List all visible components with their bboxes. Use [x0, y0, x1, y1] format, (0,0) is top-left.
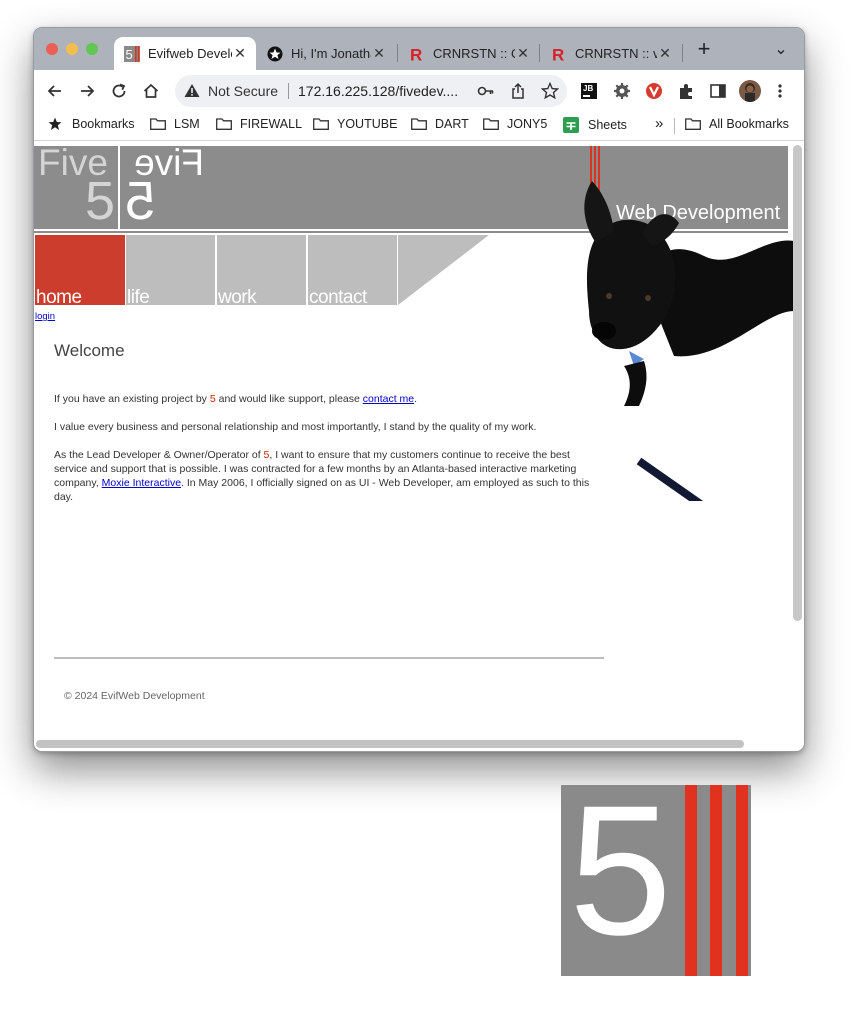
tab-title: CRNRSTN :: Open Source	[433, 46, 515, 61]
close-tab-icon[interactable]: ✕	[515, 45, 531, 62]
page-title: Welcome	[54, 341, 125, 360]
moxie-interactive-link[interactable]: Moxie Interactive	[102, 477, 181, 489]
nav-diagonal-decoration	[398, 235, 489, 305]
side-panel-icon[interactable]	[709, 82, 727, 105]
five-logo-mark: 5	[561, 771, 751, 976]
bookmark-star-icon[interactable]	[540, 81, 560, 105]
tab-crnrstn-1[interactable]: R CRNRSTN :: Open Source ✕	[399, 37, 539, 70]
tab-evifweb[interactable]: 5 Evifweb Development ✕	[114, 37, 256, 70]
site-logo-digit-mirrored: 5	[125, 171, 156, 231]
folder-icon	[313, 118, 329, 130]
tab-title: Evifweb Development	[148, 46, 232, 61]
paragraph-values: I value every business and personal rela…	[54, 421, 537, 433]
arrow-left-icon	[47, 85, 61, 97]
folder-icon	[685, 118, 701, 130]
new-tab-button[interactable]: +	[693, 38, 715, 61]
folder-icon	[150, 118, 166, 130]
page-viewport: Five 5 Five 5 Web Development home life …	[34, 141, 804, 751]
paragraph-about: As the Lead Developer & Owner/Operator o…	[54, 449, 590, 503]
security-label[interactable]: Not Secure	[208, 83, 278, 99]
bookmark-folder-youtube[interactable]: YOUTUBE	[313, 117, 397, 131]
nav-home[interactable]: home	[35, 235, 125, 308]
minimize-window-button[interactable]	[66, 43, 78, 55]
tab-jonathan[interactable]: Hi, I'm Jonathan ✕	[257, 37, 395, 70]
crnrstn-favicon-icon: R	[409, 46, 425, 62]
site-logo-digit: 5	[85, 171, 116, 231]
sheets-icon	[563, 117, 579, 133]
crnrstn-favicon-icon: R	[551, 46, 567, 62]
home-icon	[143, 83, 159, 98]
bookmark-all-bookmarks[interactable]: All Bookmarks	[685, 117, 789, 131]
folder-icon	[411, 118, 427, 130]
nav-life[interactable]: life	[126, 235, 215, 308]
close-window-button[interactable]	[46, 43, 58, 55]
close-tab-icon[interactable]: ✕	[657, 45, 673, 62]
key-icon[interactable]	[477, 83, 495, 104]
bookmark-sheets[interactable]: Sheets	[563, 117, 627, 133]
browser-window: 5 Evifweb Development ✕ Hi, I'm Jonathan…	[33, 27, 805, 752]
address-bar[interactable]: Not Secure 172.16.225.128/fivedev....	[175, 75, 567, 107]
svg-text:R: R	[552, 46, 564, 62]
vertical-scrollbar[interactable]	[793, 145, 802, 621]
paragraph-support: If you have an existing project by 5 and…	[54, 393, 418, 405]
folder-icon	[216, 118, 232, 130]
reload-icon	[112, 83, 126, 98]
bookmark-folder-dart[interactable]: DART	[411, 117, 469, 131]
forward-button[interactable]	[75, 79, 99, 103]
avatar[interactable]	[739, 80, 761, 102]
warning-icon[interactable]	[184, 83, 200, 103]
bookmark-folder-firewall[interactable]: FIREWALL	[216, 117, 302, 131]
url-text[interactable]: 172.16.225.128/fivedev....	[298, 83, 458, 99]
home-button[interactable]	[139, 79, 163, 103]
horizontal-scrollbar[interactable]	[36, 740, 744, 748]
browser-toolbar: Not Secure 172.16.225.128/fivedev.... JB	[34, 70, 804, 112]
five-logo-digit: 5	[569, 768, 672, 974]
tab-strip: 5 Evifweb Development ✕ Hi, I'm Jonathan…	[34, 28, 804, 70]
back-button[interactable]	[43, 79, 67, 103]
svg-text:5: 5	[126, 47, 133, 62]
zoom-window-button[interactable]	[86, 43, 98, 55]
close-tab-icon[interactable]: ✕	[371, 45, 387, 62]
share-icon[interactable]	[510, 82, 526, 105]
svg-text:R: R	[410, 46, 422, 62]
footer-copyright: © 2024 EvifWeb Development	[64, 690, 205, 702]
arrow-right-icon	[81, 85, 95, 97]
bookmarks-overflow-button[interactable]: »	[655, 115, 663, 132]
footer-divider	[54, 657, 604, 659]
tab-search-button[interactable]: ⌄	[772, 39, 790, 59]
bookmark-folder-lsm[interactable]: LSM	[150, 117, 200, 131]
login-link[interactable]: login	[35, 311, 55, 322]
five-favicon-icon: 5	[124, 45, 140, 62]
bookmark-bookmarks[interactable]: Bookmarks	[48, 117, 135, 131]
contact-me-link[interactable]: contact me	[363, 393, 414, 405]
tab-title: CRNRSTN :: v2.0.0	[575, 46, 657, 61]
star-badge-favicon-icon	[267, 46, 283, 62]
close-tab-icon[interactable]: ✕	[232, 45, 248, 62]
tab-title: Hi, I'm Jonathan	[291, 46, 371, 61]
star-icon	[48, 117, 62, 130]
jetbrains-extension-icon[interactable]: JB	[581, 83, 597, 99]
nav-contact[interactable]: contact	[308, 235, 397, 308]
folder-icon	[483, 118, 499, 130]
tab-crnrstn-2[interactable]: R CRNRSTN :: v2.0.0 ✕	[541, 37, 681, 70]
vivaldi-extension-icon[interactable]	[645, 82, 663, 105]
nav-work[interactable]: work	[217, 235, 306, 308]
gear-extension-icon[interactable]	[613, 82, 631, 105]
bookmarks-bar: Bookmarks LSM FIREWALL YOUTUBE DART JONY…	[34, 112, 804, 141]
more-options-icon[interactable]	[776, 82, 784, 105]
reload-button[interactable]	[107, 79, 131, 103]
extensions-puzzle-icon[interactable]	[677, 82, 695, 105]
bookmark-folder-jony5[interactable]: JONY5	[483, 117, 547, 131]
